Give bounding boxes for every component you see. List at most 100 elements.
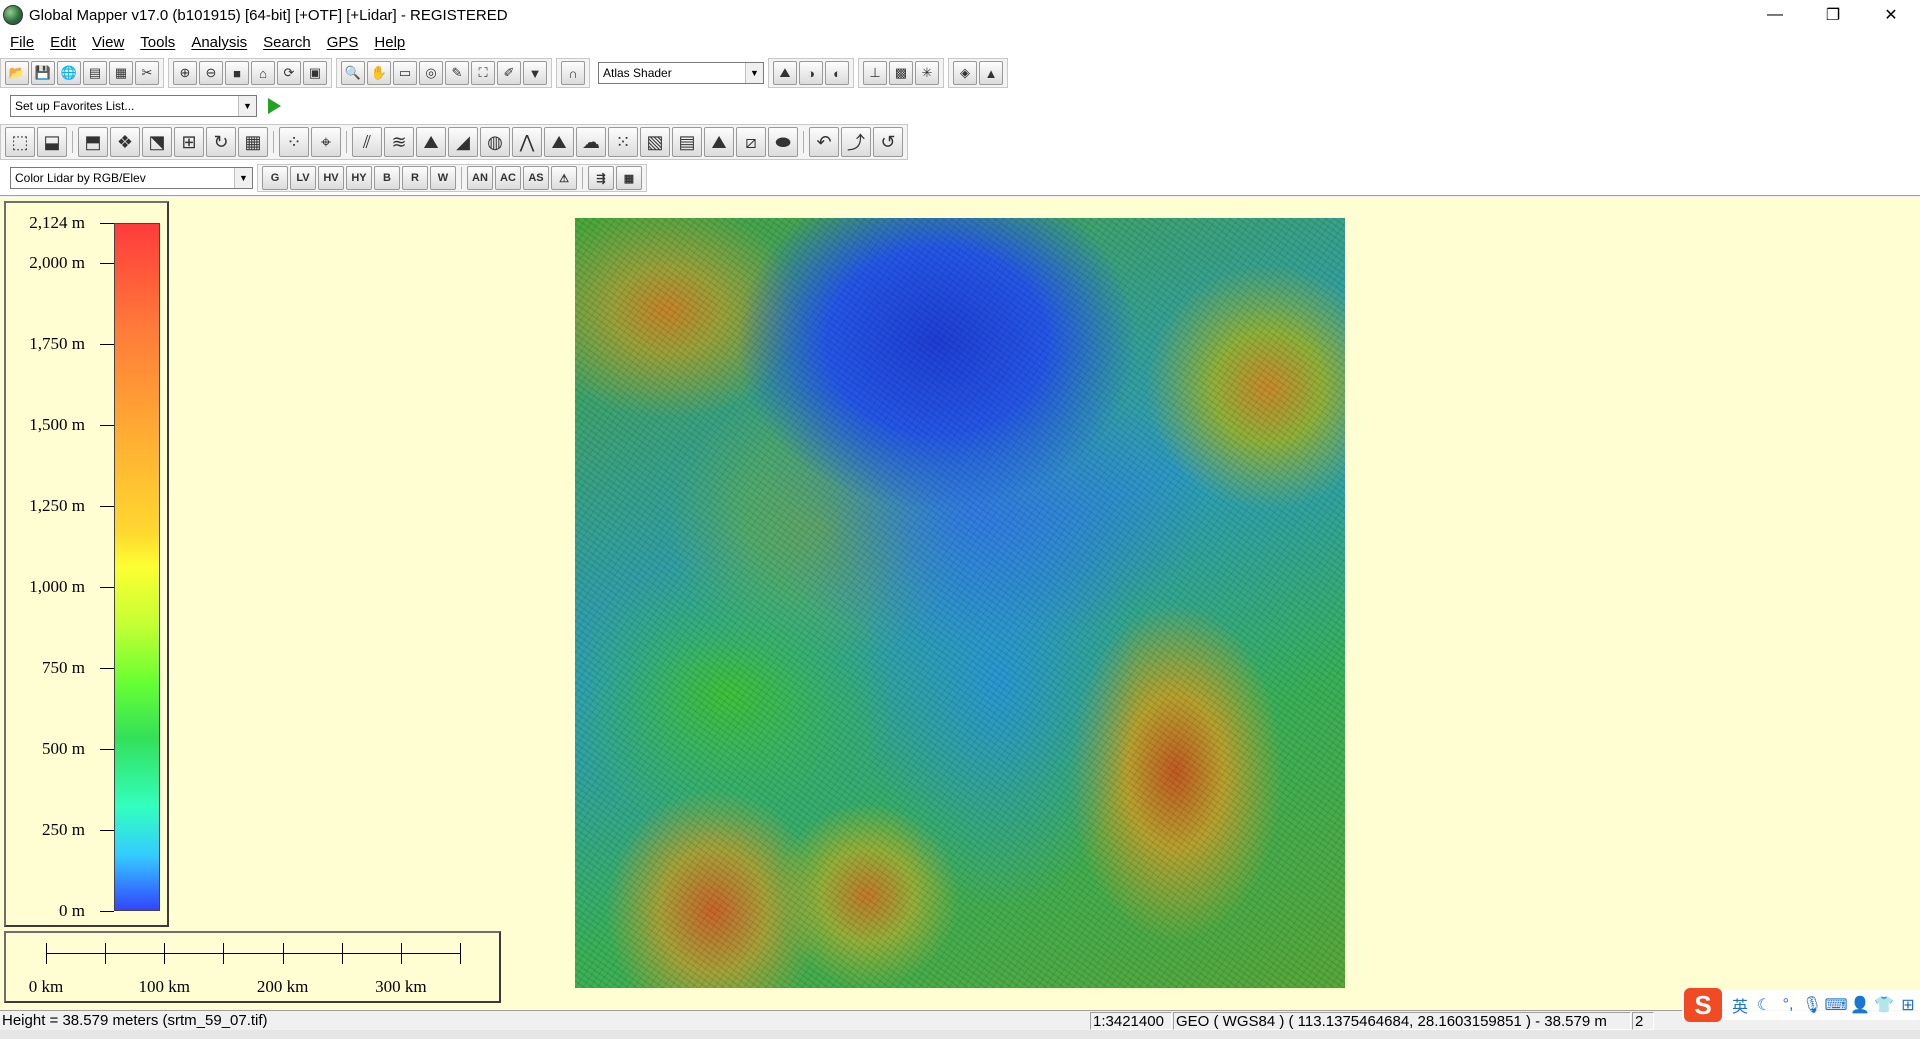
elevation-raster[interactable]: [575, 218, 1345, 988]
blob-icon[interactable]: ⬬: [768, 127, 798, 157]
punctuation-icon[interactable]: °,: [1776, 996, 1800, 1014]
area-create-icon[interactable]: ⬒: [78, 127, 108, 157]
close-button[interactable]: ✕: [1862, 0, 1920, 30]
zoom-in-icon[interactable]: ⊕: [173, 61, 197, 85]
coordinate-icon[interactable]: ⊞: [174, 127, 204, 157]
lidar-color-select[interactable]: Color Lidar by RGB/Elev ▼: [10, 167, 253, 189]
info-tool-icon[interactable]: 🔍: [341, 61, 365, 85]
shirt-icon[interactable]: 👕: [1872, 995, 1896, 1015]
arch-icon[interactable]: ∩: [561, 61, 585, 85]
dark-terrain-icon[interactable]: ⛰: [704, 127, 734, 157]
overlay-control-icon[interactable]: ▤: [83, 61, 107, 85]
3d-view-icon[interactable]: ▩: [889, 61, 913, 85]
keyboard-icon[interactable]: ⌨: [1824, 995, 1848, 1015]
full-view-icon[interactable]: ■: [225, 61, 249, 85]
save-icon[interactable]: 💾: [31, 61, 55, 85]
block-shape-icon[interactable]: ▧: [640, 127, 670, 157]
favorites-select[interactable]: Set up Favorites List... ▼: [10, 95, 257, 117]
draw-tool-icon[interactable]: ✐: [497, 61, 521, 85]
gps-target-icon[interactable]: ◈: [953, 61, 977, 85]
curve-back-icon[interactable]: ↶: [809, 127, 839, 157]
step-up-icon[interactable]: ⤴: [841, 127, 871, 157]
north-arrow-icon[interactable]: ▲: [979, 61, 1003, 85]
search-web-icon[interactable]: ◎: [419, 61, 443, 85]
scatter-shape-icon[interactable]: ⁙: [608, 127, 638, 157]
lidar-as-button[interactable]: AS: [523, 166, 549, 190]
zoom-out-icon[interactable]: ⊖: [199, 61, 223, 85]
menu-help[interactable]: Help: [366, 34, 413, 51]
ridge-icon[interactable]: ⋀: [512, 127, 542, 157]
color-icon[interactable]: ◐: [825, 61, 849, 85]
elevation-color-ramp: [114, 223, 160, 911]
edit-tool-icon[interactable]: ✎: [445, 61, 469, 85]
lidar-building-button[interactable]: B: [374, 166, 400, 190]
split-terrain-icon[interactable]: ⧄: [736, 127, 766, 157]
funnel-icon[interactable]: ▼: [523, 61, 547, 85]
open-folder-icon[interactable]: 📂: [5, 61, 29, 85]
config-icon[interactable]: ▦: [109, 61, 133, 85]
moon-icon[interactable]: ☾: [1752, 995, 1776, 1015]
menu-analysis[interactable]: Analysis: [183, 34, 255, 51]
area-vertex-icon[interactable]: ❖: [110, 127, 140, 157]
path-profile-icon[interactable]: ⊥: [863, 61, 887, 85]
hatch-line-icon[interactable]: ⫽: [352, 127, 382, 157]
menu-edit[interactable]: Edit: [42, 34, 84, 51]
grid-menu-icon[interactable]: ⊞: [1896, 995, 1920, 1015]
sogou-logo-icon[interactable]: S: [1684, 988, 1722, 1022]
scale-tick: [223, 943, 225, 964]
contrast-icon[interactable]: ◑: [799, 61, 823, 85]
scale-label: 200 km: [256, 977, 309, 996]
point-edit-icon[interactable]: ⌖: [311, 127, 341, 157]
menu-file[interactable]: File: [2, 34, 42, 51]
measure-tool-icon[interactable]: ▭: [393, 61, 417, 85]
minimize-button[interactable]: —: [1746, 0, 1804, 30]
grid-feature-icon[interactable]: ▦: [238, 127, 268, 157]
map-view[interactable]: 2,124 m 2,000 m 1,750 m 1,500 m 1,250 m 1,000…: [0, 197, 1920, 1010]
grid-view-icon[interactable]: ▣: [303, 61, 327, 85]
shader-select[interactable]: Atlas Shader ▼: [598, 62, 764, 84]
globe-download-icon[interactable]: 🌐: [57, 61, 81, 85]
terrain-shade-icon[interactable]: ⛰: [773, 61, 797, 85]
compass-rose-icon[interactable]: ✳: [915, 61, 939, 85]
ime-language-toggle[interactable]: 英: [1728, 993, 1752, 1017]
cloud-shape-icon[interactable]: ☁: [576, 127, 606, 157]
lidar-ground-button[interactable]: G: [262, 166, 288, 190]
run-favorite-button[interactable]: [261, 94, 287, 118]
sphere-icon[interactable]: ◍: [480, 127, 510, 157]
profile-tool-icon[interactable]: ⛶: [471, 61, 495, 85]
refresh-icon[interactable]: ⟳: [277, 61, 301, 85]
lidar-warning-icon[interactable]: ⚠: [551, 166, 577, 190]
menu-gps[interactable]: GPS: [319, 34, 367, 51]
lidar-ac-button[interactable]: AC: [495, 166, 521, 190]
tools-icon[interactable]: ✂: [135, 61, 159, 85]
layer-edit-icon[interactable]: ⬚: [5, 127, 35, 157]
lidar-hydro-button[interactable]: HY: [346, 166, 372, 190]
menu-view[interactable]: View: [84, 34, 132, 51]
peak-icon[interactable]: ⛰: [544, 127, 574, 157]
lidar-low-veg-button[interactable]: LV: [290, 166, 316, 190]
restore-button[interactable]: ❐: [1804, 0, 1862, 30]
legend-tick: [100, 506, 114, 508]
landform-icon[interactable]: ⛰: [416, 127, 446, 157]
point-scatter-icon[interactable]: ⁘: [279, 127, 309, 157]
view-toolbar: ⊥ ▩ ✳: [858, 58, 944, 88]
lidar-filter-icon[interactable]: ⇶: [588, 166, 614, 190]
lidar-high-veg-button[interactable]: HV: [318, 166, 344, 190]
rotate-feature-icon[interactable]: ↻: [206, 127, 236, 157]
user-icon[interactable]: 👤: [1848, 995, 1872, 1015]
menu-search[interactable]: Search: [255, 34, 319, 51]
lidar-road-button[interactable]: R: [402, 166, 428, 190]
lidar-grid-icon[interactable]: ▦: [616, 166, 642, 190]
home-icon[interactable]: ⌂: [251, 61, 275, 85]
curve-undo-icon[interactable]: ↺: [873, 127, 903, 157]
lidar-an-button[interactable]: AN: [467, 166, 493, 190]
menu-tools[interactable]: Tools: [132, 34, 183, 51]
layer-add-icon[interactable]: ⬓: [37, 127, 67, 157]
building-shape-icon[interactable]: ▤: [672, 127, 702, 157]
slope-icon[interactable]: ◢: [448, 127, 478, 157]
pan-tool-icon[interactable]: ✋: [367, 61, 391, 85]
lidar-water-button[interactable]: W: [430, 166, 456, 190]
terrain-line-icon[interactable]: ≋: [384, 127, 414, 157]
microphone-icon[interactable]: 🎙: [1800, 995, 1824, 1015]
line-create-icon[interactable]: ⬔: [142, 127, 172, 157]
